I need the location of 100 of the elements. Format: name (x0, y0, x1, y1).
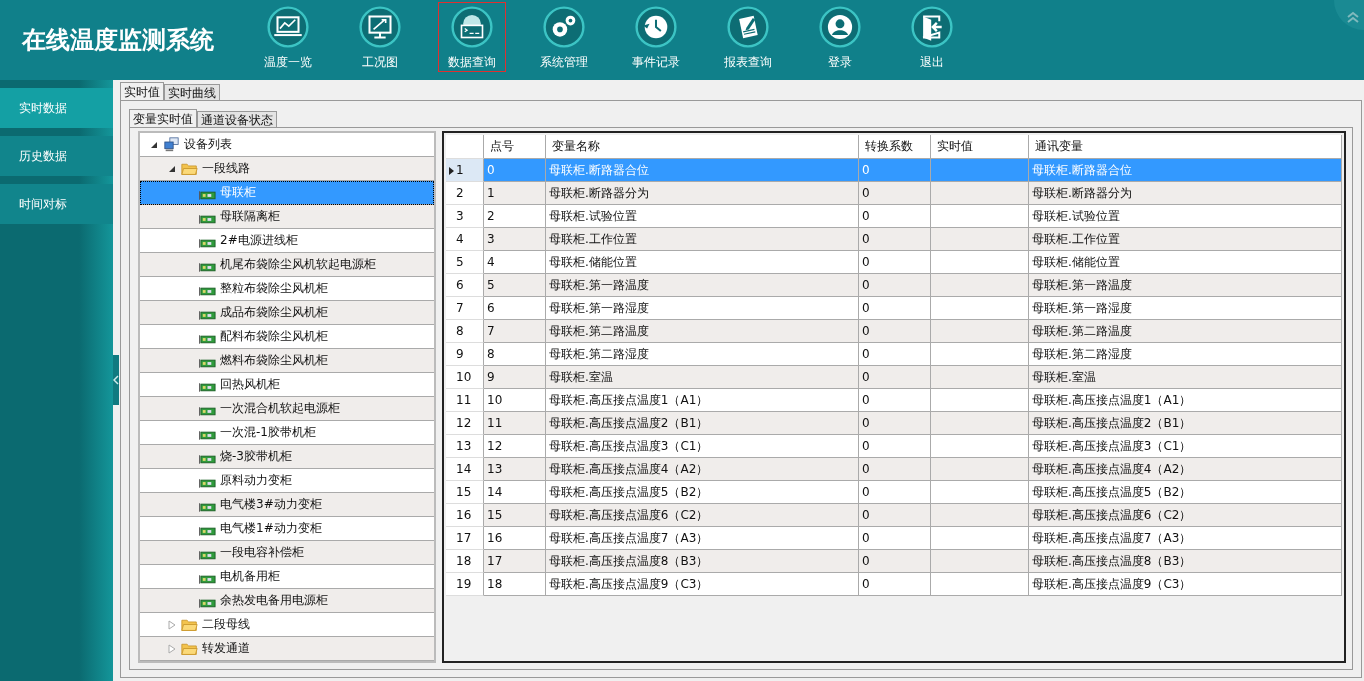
table-row[interactable]: 11 10 母联柜.高压接点温度1（A1） 0 母联柜.高压接点温度1（A1） (446, 389, 1342, 412)
table-cell: 0 (862, 186, 870, 200)
table-cell: 0 (862, 324, 870, 338)
table-cell: 母联柜.高压接点温度7（A3） (1032, 529, 1192, 547)
expanded-triangle-icon[interactable] (150, 140, 158, 149)
table-cell: 母联柜.高压接点温度1（A1） (549, 391, 709, 409)
table-row[interactable]: 17 16 母联柜.高压接点温度7（A3） 0 母联柜.高压接点温度7（A3） (446, 527, 1342, 550)
column-header[interactable]: 通讯变量 (1029, 135, 1342, 159)
table-cell: 母联柜.第一路温度 (549, 276, 649, 294)
table-row[interactable]: 7 6 母联柜.第一路湿度 0 母联柜.第一路湿度 (446, 297, 1342, 320)
table-cell: 母联柜.第二路湿度 (549, 345, 649, 363)
table-cell: 4 (487, 255, 495, 269)
table-cell: 0 (487, 163, 495, 177)
circuit-board-icon (199, 477, 216, 488)
table-cell: 0 (862, 439, 870, 453)
table-cell: 母联柜.储能位置 (1032, 253, 1120, 271)
table-row[interactable]: 19 18 母联柜.高压接点温度9（C3） 0 母联柜.高压接点温度9（C3） (446, 573, 1342, 596)
row-number: 2 (456, 186, 464, 200)
table-cell: 0 (862, 554, 870, 568)
table-row[interactable]: 6 5 母联柜.第一路温度 0 母联柜.第一路温度 (446, 274, 1342, 297)
tab[interactable]: 通道设备状态 (197, 111, 277, 127)
nav-button[interactable]: 事件记录 (622, 2, 690, 72)
row-number: 8 (456, 324, 464, 338)
table-row[interactable]: 18 17 母联柜.高压接点温度8（B3） 0 母联柜.高压接点温度8（B3） (446, 550, 1342, 573)
table-row[interactable]: 8 7 母联柜.第二路温度 0 母联柜.第二路温度 (446, 320, 1342, 343)
tree-item[interactable]: 余热发电备用电源柜 (140, 589, 434, 613)
table-row[interactable]: 10 9 母联柜.室温 0 母联柜.室温 (446, 366, 1342, 389)
table-cell: 母联柜.高压接点温度9（C3） (549, 575, 709, 593)
tree-item[interactable]: 烧-3胶带机柜 (140, 445, 434, 469)
table-cell: 0 (862, 485, 870, 499)
circuit-board-icon (199, 285, 216, 296)
nav-button[interactable]: 系统管理 (530, 2, 598, 72)
row-number: 14 (456, 462, 472, 476)
folder-icon (181, 641, 198, 656)
tree-item[interactable]: 一次混合机软起电源柜 (140, 397, 434, 421)
expanded-triangle-icon[interactable] (168, 164, 176, 173)
table-row[interactable]: 5 4 母联柜.储能位置 0 母联柜.储能位置 (446, 251, 1342, 274)
circuit-board-icon (199, 405, 216, 416)
chevron-left-icon (113, 375, 119, 385)
nav-button[interactable]: 工况图 (346, 2, 414, 72)
row-number: 1 (456, 163, 464, 177)
tree-item[interactable]: 一段线路 (140, 157, 434, 181)
nav-button[interactable]: 报表查询 (714, 2, 782, 72)
collapsed-triangle-icon[interactable] (168, 619, 176, 630)
table-cell: 0 (862, 209, 870, 223)
circuit-board-icon (199, 573, 216, 584)
circuit-board-icon (199, 501, 216, 512)
table-cell: 母联柜.试验位置 (1032, 207, 1120, 225)
table-row[interactable]: 12 11 母联柜.高压接点温度2（B1） 0 母联柜.高压接点温度2（B1） (446, 412, 1342, 435)
tab[interactable]: 实时曲线 (164, 84, 220, 100)
sidebar-item[interactable]: 历史数据 (0, 136, 113, 176)
table-row[interactable]: 13 12 母联柜.高压接点温度3（C1） 0 母联柜.高压接点温度3（C1） (446, 435, 1342, 458)
tab[interactable]: 实时值 (120, 82, 164, 100)
table-row[interactable]: 15 14 母联柜.高压接点温度5（B2） 0 母联柜.高压接点温度5（B2） (446, 481, 1342, 504)
circuit-board-icon (199, 429, 216, 440)
row-number: 4 (456, 232, 464, 246)
tree-item[interactable]: 机尾布袋除尘风机软起电源柜 (140, 253, 434, 277)
column-header[interactable]: 实时值 (931, 135, 1029, 159)
row-number: 18 (456, 554, 472, 568)
column-header[interactable]: 转换系数 (859, 135, 931, 159)
table-cell: 9 (487, 370, 495, 384)
table-cell: 母联柜.高压接点温度7（A3） (549, 529, 709, 547)
table-cell: 0 (862, 577, 870, 591)
nav-button[interactable]: 温度一览 (254, 2, 322, 72)
tree-item[interactable]: 母联隔离柜 (140, 205, 434, 229)
table-row[interactable]: 2 1 母联柜.断路器分为 0 母联柜.断路器分为 (446, 182, 1342, 205)
table-cell: 0 (862, 301, 870, 315)
tree-item[interactable]: 燃料布袋除尘风机柜 (140, 349, 434, 373)
nav-button[interactable]: 登录 (806, 2, 874, 72)
table-cell: 0 (862, 393, 870, 407)
table-row[interactable]: 1 0 母联柜.断路器合位 0 母联柜.断路器合位 (446, 159, 1342, 182)
app-title: 在线温度监测系统 (20, 24, 215, 56)
table-cell: 母联柜.第二路湿度 (1032, 345, 1132, 363)
nav-button[interactable]: 退出 (898, 2, 966, 72)
sidebar-toggle-button[interactable] (113, 355, 119, 405)
tree-item[interactable]: 转发通道 (140, 637, 434, 661)
table-cell: 0 (862, 163, 870, 177)
table-cell: 0 (862, 278, 870, 292)
tree-item[interactable]: 成品布袋除尘风机柜 (140, 301, 434, 325)
circuit-board-icon (199, 261, 216, 272)
collapsed-triangle-icon[interactable] (168, 643, 176, 654)
tab[interactable]: 变量实时值 (129, 109, 197, 127)
column-header[interactable]: 变量名称 (546, 135, 859, 159)
circuit-board-icon (199, 333, 216, 344)
table-cell: 母联柜.断路器合位 (1032, 161, 1132, 179)
table-row[interactable]: 3 2 母联柜.试验位置 0 母联柜.试验位置 (446, 205, 1342, 228)
table-row[interactable]: 16 15 母联柜.高压接点温度6（C2） 0 母联柜.高压接点温度6（C2） (446, 504, 1342, 527)
table-cell: 1 (487, 186, 495, 200)
sidebar-item[interactable]: 时间对标 (0, 184, 113, 224)
table-row[interactable]: 9 8 母联柜.第二路湿度 0 母联柜.第二路湿度 (446, 343, 1342, 366)
folder-icon (181, 161, 198, 176)
table-row[interactable]: 14 13 母联柜.高压接点温度4（A2） 0 母联柜.高压接点温度4（A2） (446, 458, 1342, 481)
tree-item[interactable]: 一段电容补偿柜 (140, 541, 434, 565)
nav-button[interactable]: 数据查询 (438, 2, 506, 72)
table-cell: 0 (862, 255, 870, 269)
table-row[interactable]: 4 3 母联柜.工作位置 0 母联柜.工作位置 (446, 228, 1342, 251)
column-header[interactable]: 点号 (484, 135, 546, 159)
table-cell: 母联柜.高压接点温度4（A2） (1032, 460, 1192, 478)
table-cell: 15 (487, 508, 503, 522)
tree-item[interactable]: 电气楼3#动力变柜 (140, 493, 434, 517)
